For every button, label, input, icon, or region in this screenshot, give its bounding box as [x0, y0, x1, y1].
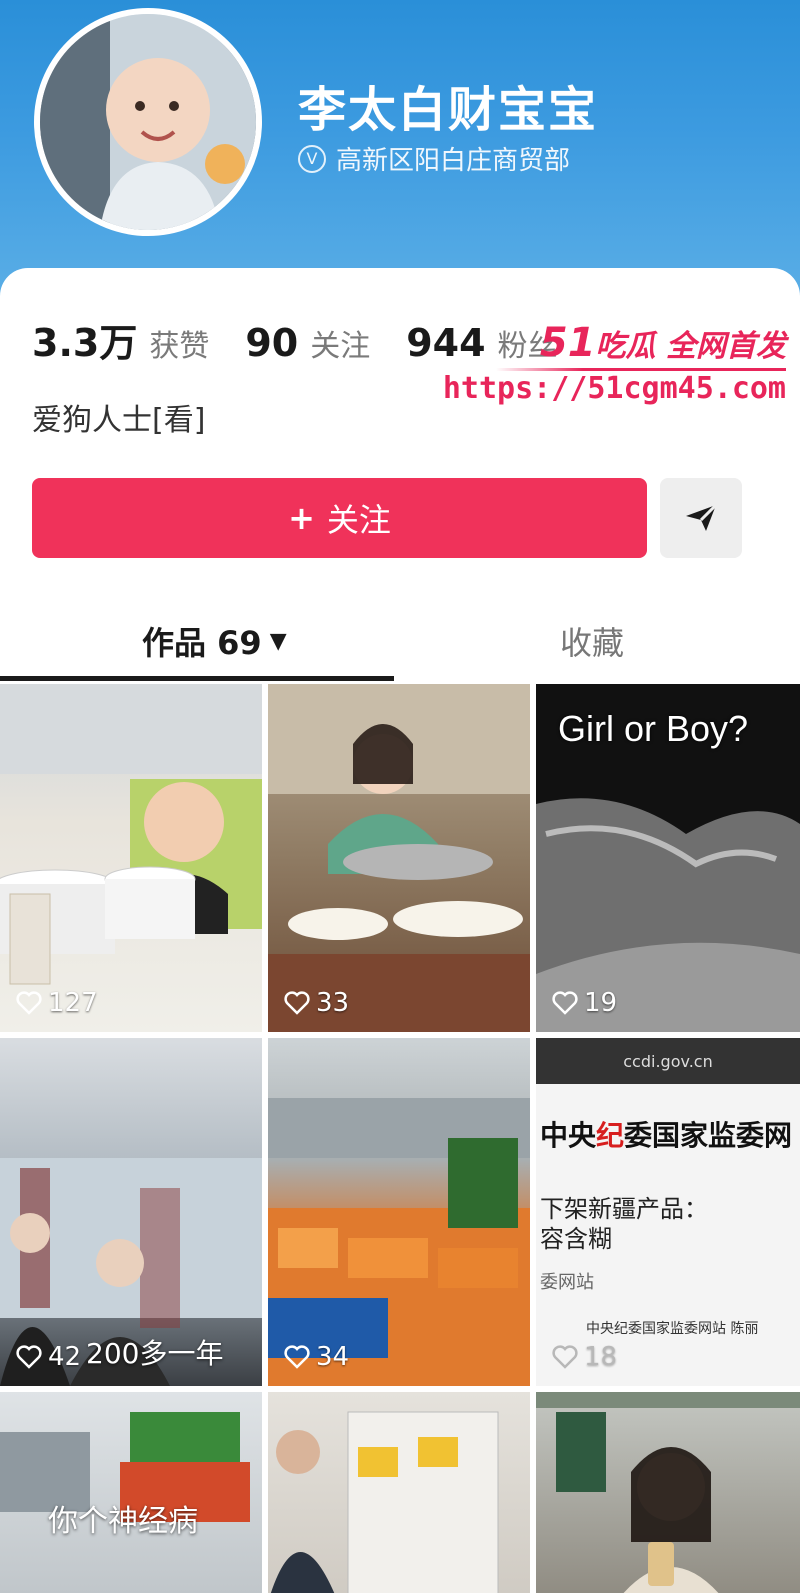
watermark-brand: 51吃瓜 全网首发: [443, 320, 786, 366]
video-overlay-text: 200多一年: [86, 1337, 224, 1370]
stat-following-value: 90: [245, 321, 299, 365]
like-count: 42: [16, 1342, 81, 1372]
heart-icon: [284, 991, 310, 1015]
caret-down-icon[interactable]: ▼: [270, 629, 287, 654]
video-thumb[interactable]: ccdi.gov.cn 中央纪委国家监委网 下架新疆产品： 容含糊 委网站 中央…: [536, 1038, 800, 1386]
stat-following[interactable]: 90 关注: [245, 321, 370, 365]
profile-tabs: 作品 69 ▼ 收藏: [0, 600, 800, 682]
follow-label: 关注: [326, 501, 391, 539]
heart-icon: [552, 991, 578, 1015]
heart-icon: [16, 991, 42, 1015]
stat-likes-label: 获赞: [149, 329, 210, 364]
heart-icon: [552, 1345, 578, 1369]
video-grid: 127 33 Girl or Boy? 19 42 200多一年 34 ccdi…: [0, 684, 800, 1593]
video-thumb[interactable]: 127: [0, 684, 262, 1032]
news-credit: 中央纪委国家监委网站 陈丽: [586, 1321, 759, 1337]
avatar[interactable]: [34, 8, 262, 236]
video-thumb[interactable]: 34: [268, 1038, 530, 1386]
video-thumb[interactable]: Girl or Boy? 19: [536, 684, 800, 1032]
video-overlay-text: 你个神经病: [48, 1504, 198, 1539]
news-source: 委网站: [540, 1272, 594, 1293]
video-overlay-text: Girl or Boy?: [558, 708, 749, 749]
like-count: 18: [552, 1342, 617, 1372]
watermark-brand-text: 吃瓜 全网首发: [595, 329, 786, 364]
video-thumb[interactable]: [268, 1392, 530, 1593]
profile-bio: 爱狗人士[看]: [32, 403, 206, 438]
like-count-value: 34: [316, 1342, 350, 1372]
verified-badge: V 高新区阳白庄商贸部: [298, 140, 570, 177]
like-count-value: 33: [316, 988, 350, 1018]
news-screenshot: ccdi.gov.cn 中央纪委国家监委网 下架新疆产品： 容含糊 委网站 中央…: [536, 1038, 800, 1386]
plus-icon: +: [288, 499, 315, 537]
video-thumb[interactable]: 42 200多一年: [0, 1038, 262, 1386]
like-count: 33: [284, 988, 349, 1018]
watermark: 51吃瓜 全网首发 https://51cgm45.com: [443, 320, 786, 406]
tab-works-label: 作品 69: [142, 624, 262, 662]
like-count: 127: [16, 988, 98, 1018]
like-count-value: 42: [48, 1342, 82, 1372]
verified-icon: V: [298, 144, 326, 173]
like-count: 19: [552, 988, 617, 1018]
profile-name: 李太白财宝宝: [298, 82, 599, 138]
video-thumb[interactable]: [536, 1392, 800, 1593]
stat-following-label: 关注: [310, 329, 371, 364]
stat-likes[interactable]: 3.3万 获赞: [32, 312, 209, 367]
verified-label: 高新区阳白庄商贸部: [336, 146, 571, 176]
tab-favorites[interactable]: 收藏: [560, 618, 624, 664]
profile-header: 李太白财宝宝 V 高新区阳白庄商贸部: [0, 0, 800, 300]
video-thumb[interactable]: 你个神经病: [0, 1392, 262, 1593]
watermark-url: https://51cgm45.com: [442, 371, 786, 406]
news-site: ccdi.gov.cn: [536, 1038, 800, 1084]
like-count-value: 18: [584, 1342, 618, 1372]
video-thumb[interactable]: 33: [268, 684, 530, 1032]
follow-button[interactable]: + 关注: [32, 478, 647, 558]
like-count-value: 127: [48, 988, 98, 1018]
watermark-brand-num: 51: [539, 320, 596, 366]
active-tab-indicator: [0, 676, 394, 681]
send-icon: [686, 503, 718, 531]
stat-likes-value: 3.3万: [32, 321, 138, 365]
like-count-value: 19: [584, 988, 618, 1018]
like-count: 34: [284, 1342, 349, 1372]
tab-works[interactable]: 作品 69 ▼: [142, 618, 287, 664]
profile-page: 李太白财宝宝 V 高新区阳白庄商贸部 3.3万 获赞 90 关注 944 粉丝 …: [0, 0, 800, 1593]
heart-icon: [16, 1345, 42, 1369]
heart-icon: [284, 1345, 310, 1369]
share-button[interactable]: [660, 478, 742, 558]
news-body: 下架新疆产品： 容含糊: [540, 1195, 708, 1253]
news-headline: 中央纪委国家监委网: [540, 1119, 793, 1152]
